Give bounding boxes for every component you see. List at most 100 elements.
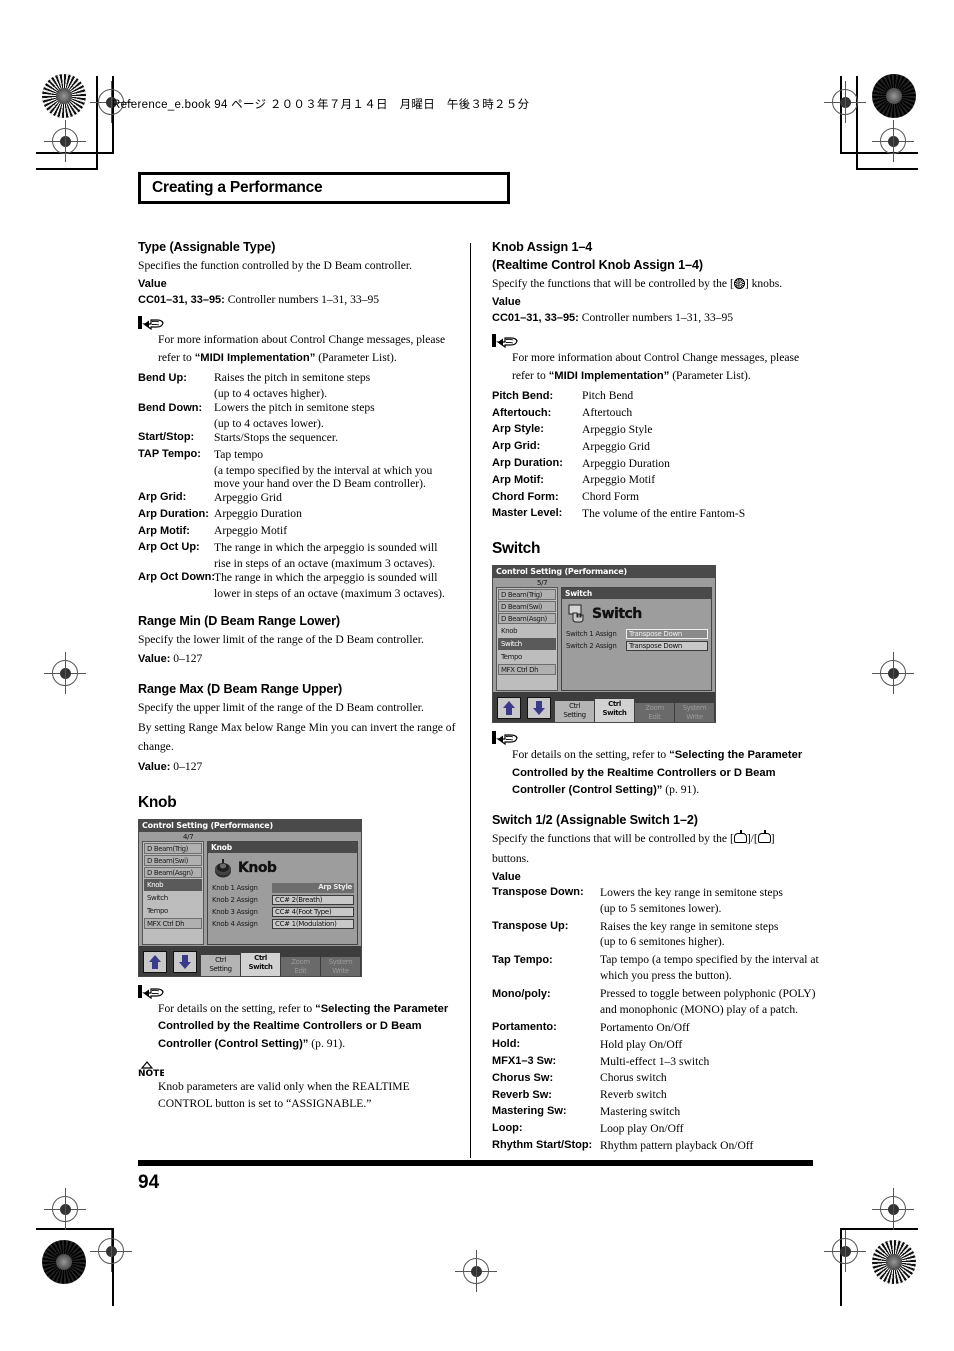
sidebar-item-knob[interactable]: Knob	[498, 625, 556, 637]
param-name: Knob 2 Assign	[212, 896, 258, 905]
sidebar-item-tempo[interactable]: Tempo	[144, 905, 202, 917]
param-value[interactable]: CC# 4(Foot Type)	[272, 907, 354, 918]
btn-line1: Zoom	[645, 703, 664, 712]
function-button-system-write[interactable]: System Write	[321, 956, 360, 976]
heading-knob: Knob	[138, 793, 177, 811]
sidebar-item-switch[interactable]: Switch	[498, 637, 556, 650]
function-button-zoom-edit[interactable]: Zoom Edit	[281, 956, 320, 976]
range-max-body-line3: change.	[138, 740, 174, 754]
list-item: Master Level: The volume of the entire Fa…	[492, 506, 822, 523]
sidebar-item-d-beam-asgn[interactable]: D Beam(Asgn)	[144, 866, 202, 878]
term: Mono/poly:	[492, 987, 551, 1000]
function-button-ctrl-switch[interactable]: Ctrl Switch	[595, 698, 634, 722]
knob-assign-definition-list: Pitch Bend: Pitch Bend Aftertouch: Afterto…	[492, 388, 822, 522]
type-reference-note-text: For more information about Control Chang…	[158, 331, 468, 366]
knob-note-tail: (p. 91).	[308, 1037, 346, 1051]
definition: Raises the key range in semitone steps	[600, 919, 779, 933]
scroll-up-button[interactable]	[497, 696, 521, 719]
btn-line1: Ctrl	[215, 955, 226, 964]
term: Bend Down:	[138, 401, 203, 414]
registration-target-top-right	[824, 81, 866, 123]
heading-knob-assign-line2: (Realtime Control Knob Assign 1–4)	[492, 258, 703, 272]
param-value[interactable]: Transpose Down	[626, 629, 708, 640]
param-value[interactable]: CC# 1(Modulation)	[272, 919, 354, 930]
sidebar-item-d-beam-swi[interactable]: D Beam(Swi)	[498, 600, 556, 612]
left-column: Type (Assignable Type) Specifies the fun…	[138, 240, 468, 1117]
param-value[interactable]: Arp Style	[272, 883, 354, 894]
term: Transpose Down:	[492, 886, 584, 899]
function-button-ctrl-setting[interactable]: Ctrl Setting	[201, 954, 240, 976]
registration-rosette-top-left	[42, 74, 86, 118]
lcd-function-buttons: Ctrl Setting Ctrl Switch Zoom Edit Syste…	[201, 946, 361, 976]
param-value[interactable]: Transpose Down	[626, 641, 708, 652]
sidebar-item-switch[interactable]: Switch	[144, 892, 202, 904]
scroll-up-button[interactable]	[143, 950, 167, 973]
list-item: Rhythm Start/Stop: Rhythm pattern playbac…	[492, 1138, 822, 1155]
list-item: Knob 1 Assign Arp Style	[212, 883, 354, 894]
ka-note-tail: (Parameter List).	[669, 368, 751, 382]
sw-note-lead: For details on the setting, refer to	[512, 747, 670, 761]
term: Arp Motif:	[138, 524, 190, 537]
definition: Portamento On/Off	[600, 1020, 690, 1034]
type-note-tail: (Parameter List).	[315, 350, 397, 364]
list-item: Arp Oct Down: The range in which the arpe…	[138, 570, 468, 587]
function-button-ctrl-setting[interactable]: Ctrl Setting	[555, 700, 594, 722]
list-item: Bend Up: Raises the pitch in semitone ste…	[138, 370, 468, 387]
term: Mastering Sw:	[492, 1105, 567, 1118]
lcd-function-buttons: Ctrl Setting Ctrl Switch Zoom Edit Syste…	[555, 692, 715, 722]
sidebar-item-d-beam-trig[interactable]: D Beam(Trig)	[498, 588, 556, 600]
registration-target-bottom-right	[824, 1230, 866, 1272]
heading-knob-assign-line1: Knob Assign 1–4	[492, 240, 593, 254]
heading-range-min: Range Min (D Beam Range Lower)	[138, 613, 341, 628]
list-item: Portamento: Portamento On/Off	[492, 1020, 822, 1037]
term: Rhythm Start/Stop:	[492, 1139, 593, 1151]
knob-reference-note: For details on the setting, refer to “Se…	[138, 984, 468, 1053]
list-item: Chord Form: Chord Form	[492, 489, 822, 506]
param-value[interactable]: CC# 2(Breath)	[272, 895, 354, 906]
knob-warning-line2: CONTROL button is set to “ASSIGNABLE.”	[158, 1097, 372, 1111]
knob-icon	[215, 858, 231, 878]
btn-line2: Write	[332, 966, 349, 975]
sidebar-item-mfx-ctrl[interactable]: MFX Ctrl Dh	[498, 663, 556, 675]
list-item: Arp Grid: Arpeggio Grid	[138, 490, 468, 507]
pointing-hand-icon	[492, 334, 518, 349]
term: Loop:	[492, 1122, 523, 1135]
scroll-down-button[interactable]	[173, 950, 197, 973]
switch12-intro-line2: buttons.	[492, 851, 530, 865]
list-item: Tap Tempo: Tap tempo (a tempo specified b…	[492, 952, 822, 969]
function-button-ctrl-switch[interactable]: Ctrl Switch	[241, 952, 280, 976]
type-note-bold: “MIDI Implementation”	[194, 351, 316, 364]
definition-cont: (up to 5 semitones lower).	[600, 901, 722, 915]
definition: Tap tempo (a tempo specified by the inte…	[600, 953, 819, 967]
sidebar-item-tempo[interactable]: Tempo	[498, 651, 556, 663]
term: Arp Grid:	[492, 440, 541, 453]
type-value-cc-bold: CC01–31, 33–95:	[138, 293, 225, 306]
crop-mark-tr-v	[840, 76, 842, 154]
knob-assign-reference-note: For more information about Control Chang…	[492, 333, 822, 384]
scroll-down-button[interactable]	[527, 696, 551, 719]
knob-note-warning: NOTE Knob parameters are valid only when…	[138, 1060, 468, 1113]
term: Bend Up:	[138, 371, 187, 384]
definition: Arpeggio Grid	[214, 490, 282, 504]
sidebar-item-d-beam-trig[interactable]: D Beam(Trig)	[144, 842, 202, 854]
function-button-zoom-edit[interactable]: Zoom Edit	[635, 702, 674, 722]
param-name: Knob 1 Assign	[212, 884, 258, 893]
param-name: Knob 4 Assign	[212, 920, 258, 929]
range-max-body-line2: By setting Range Max below Range Min you…	[138, 720, 456, 734]
sidebar-item-d-beam-asgn[interactable]: D Beam(Asgn)	[498, 612, 556, 624]
lcd-main-title: Switch	[562, 587, 711, 599]
term: Arp Motif:	[492, 473, 544, 486]
type-value-cc-rest: Controller numbers 1–31, 33–95	[224, 292, 380, 306]
list-item: Start/Stop: Starts/Stops the sequencer.	[138, 430, 468, 447]
definition: The range in which the arpeggio is sound…	[214, 570, 438, 584]
function-button-system-write[interactable]: System Write	[675, 702, 714, 722]
sidebar-item-d-beam-swi[interactable]: D Beam(Swi)	[144, 854, 202, 866]
sidebar-item-mfx-ctrl[interactable]: MFX Ctrl Dh	[144, 917, 202, 929]
lcd-titlebar: Control Setting (Performance)	[493, 565, 715, 578]
footer-rule	[138, 1160, 813, 1166]
assignable-switch-2-icon	[757, 830, 771, 844]
sidebar-item-knob[interactable]: Knob	[144, 878, 202, 891]
sw12-intro-mid: ]/[	[746, 832, 758, 846]
btn-line2: Switch	[602, 708, 627, 717]
sw-note-tail: (p. 91).	[662, 783, 700, 797]
